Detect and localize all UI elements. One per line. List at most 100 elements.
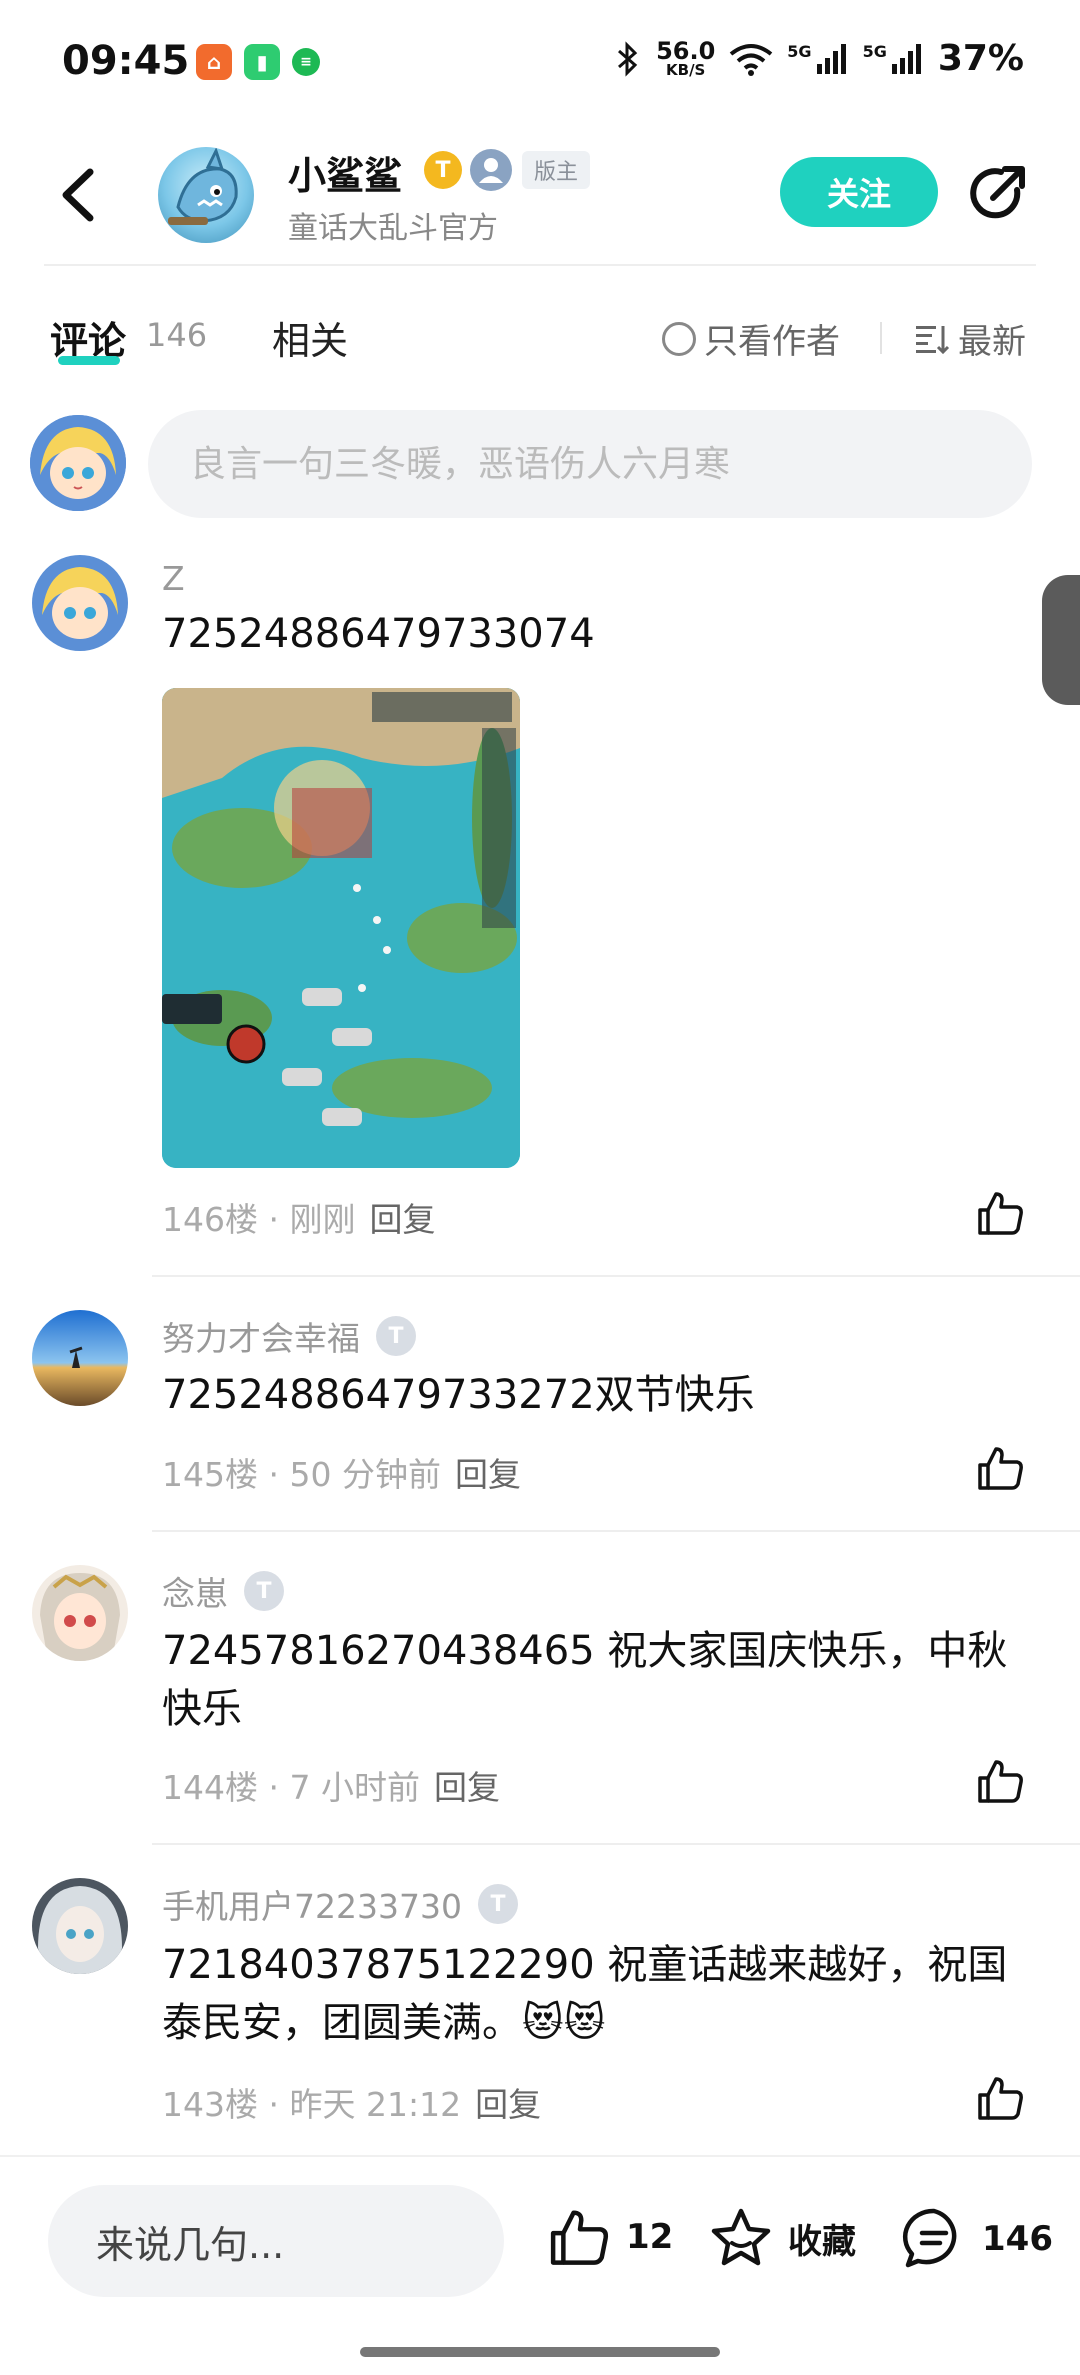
host-tag: 版主 — [522, 151, 591, 189]
comment-time: 昨天 21:12 — [289, 2085, 462, 2124]
sort-icon — [916, 325, 950, 354]
network-speed-value: 56.0 — [656, 37, 716, 65]
radio-circle-icon — [662, 321, 696, 356]
battery-percent: 37% — [937, 38, 1024, 79]
signal-1: 5G — [787, 42, 848, 76]
comment-time: 50 分钟前 — [289, 1455, 441, 1494]
comment-floor: 145楼 — [162, 1455, 258, 1494]
bottom-action-bar: 来说几句... 12 收藏 146 — [0, 2155, 1080, 2375]
signal-bars-icon — [891, 43, 921, 74]
wifi-icon — [730, 43, 773, 76]
favorite-label: 收藏 — [788, 2221, 856, 2262]
comment-text: 72524886479733272双节快乐 — [162, 1372, 755, 1418]
reply-button[interactable]: 回复 — [434, 1768, 500, 1807]
status-app-icons: ⌂ ▮ ≡ — [196, 44, 320, 80]
shark-avatar-icon — [168, 147, 238, 225]
comment-meta: 146楼 · 刚刚 回复 — [162, 1200, 436, 1239]
sort-button[interactable]: 最新 — [916, 314, 1026, 363]
comment-divider — [152, 1530, 1080, 1532]
comment-time: 7 小时前 — [289, 1768, 420, 1807]
comment-avatar[interactable] — [32, 1565, 128, 1661]
battery-app-icon: ▮ — [244, 44, 280, 80]
comment-avatar[interactable] — [32, 1310, 128, 1406]
comment-avatar[interactable] — [32, 555, 128, 651]
favorite-button[interactable]: 收藏 — [708, 2205, 856, 2271]
username-text: Z — [162, 559, 185, 598]
comment-screenshot-image[interactable] — [162, 688, 520, 1168]
comment-text: 72524886479733074 — [162, 611, 595, 657]
comment-floor: 143楼 — [162, 2085, 258, 2124]
username-text: 努力才会幸福 — [162, 1319, 360, 1358]
tab-divider — [880, 322, 882, 354]
home-indicator[interactable] — [360, 2347, 720, 2357]
comment-avatar[interactable] — [32, 1878, 128, 1974]
my-avatar[interactable] — [30, 415, 126, 511]
signal-2-label: 5G — [862, 41, 887, 61]
anime-avatar-icon — [30, 415, 126, 511]
only-author-label: 只看作者 — [704, 322, 840, 362]
header-divider — [44, 264, 1036, 266]
comment-input[interactable] — [148, 410, 1032, 518]
comment-divider — [152, 1275, 1080, 1277]
comment-floor: 146楼 — [162, 1200, 258, 1239]
follow-button[interactable]: 关注 — [780, 157, 938, 227]
like-thumb-icon[interactable] — [976, 2073, 1026, 2123]
comments-button[interactable]: 146 — [900, 2205, 1053, 2273]
like-thumb-icon — [550, 2210, 609, 2265]
chat-bubble-icon — [902, 2208, 957, 2268]
share-icon[interactable] — [965, 160, 1031, 226]
comment-divider — [152, 1843, 1080, 1845]
sort-label: 最新 — [958, 322, 1026, 362]
comment-meta: 143楼 · 昨天 21:12 回复 — [162, 2085, 542, 2124]
host-user-icon — [470, 149, 512, 191]
username-text: 念崽 — [162, 1574, 228, 1613]
signal-1-label: 5G — [787, 41, 812, 61]
like-post-button[interactable]: 12 — [548, 2205, 673, 2269]
author-avatar[interactable] — [158, 147, 254, 243]
reply-button[interactable]: 回复 — [475, 2085, 541, 2124]
user-level-badge: T — [477, 1884, 518, 1924]
comment-username[interactable]: Z — [162, 559, 185, 598]
comment-username[interactable]: 努力才会幸福 T — [162, 1312, 416, 1360]
status-bar: 09:45 ⌂ ▮ ≡ 56.0 KB/S 5G 5G 37% — [0, 0, 1080, 125]
only-author-toggle[interactable]: 只看作者 — [662, 314, 840, 363]
comment-text: 72184037875122290 祝童话越来越好，祝国泰民安，团圆美满。😻😻 — [162, 1942, 1008, 2046]
game-screenshot — [162, 688, 520, 1168]
anime-avatar-icon — [32, 555, 128, 651]
like-count: 12 — [626, 2217, 674, 2257]
app-notification-icon: ⌂ — [196, 44, 232, 80]
bluetooth-icon — [618, 40, 638, 77]
like-thumb-icon[interactable] — [976, 1443, 1026, 1493]
bottom-comment-input[interactable]: 来说几句... — [48, 2185, 504, 2297]
comment-time: 刚刚 — [289, 1200, 356, 1239]
comment-meta: 144楼 · 7 小时前 回复 — [162, 1768, 500, 1807]
author-level-badge: T — [424, 151, 462, 189]
signal-2: 5G — [863, 42, 924, 76]
like-thumb-icon[interactable] — [976, 1756, 1026, 1806]
author-name[interactable]: 小鲨鲨 — [288, 145, 402, 200]
star-icon — [711, 2208, 771, 2266]
landscape-avatar-icon — [32, 1310, 128, 1406]
reply-button[interactable]: 回复 — [455, 1455, 521, 1494]
signal-bars-icon — [816, 43, 846, 74]
comment-username[interactable]: 手机用户72233730 T — [162, 1880, 518, 1928]
network-speed: 56.0 KB/S — [656, 39, 715, 78]
comment-count: 146 — [982, 2219, 1053, 2259]
user-level-badge: T — [376, 1316, 416, 1356]
reply-button[interactable]: 回复 — [369, 1200, 435, 1239]
network-speed-unit: KB/S — [666, 61, 706, 79]
comment-username[interactable]: 念崽 T — [162, 1567, 284, 1615]
tab-related[interactable]: 相关 — [272, 310, 348, 365]
author-subtitle: 童话大乱斗官方 — [288, 211, 498, 246]
user-level-badge: T — [244, 1571, 284, 1611]
like-thumb-icon[interactable] — [976, 1188, 1026, 1238]
comment-text: 72457816270438465 祝大家国庆快乐，中秋快乐 — [162, 1628, 1008, 1732]
comment-floor: 144楼 — [162, 1768, 258, 1807]
tab-comments-count: 146 — [146, 316, 208, 354]
status-time: 09:45 — [62, 38, 190, 84]
chat-app-icon: ≡ — [292, 48, 320, 76]
anime-girl-avatar-icon — [32, 1565, 128, 1661]
username-text: 手机用户72233730 — [162, 1887, 462, 1926]
back-arrow-icon[interactable] — [50, 160, 110, 230]
silver-hair-avatar-icon — [32, 1878, 128, 1974]
